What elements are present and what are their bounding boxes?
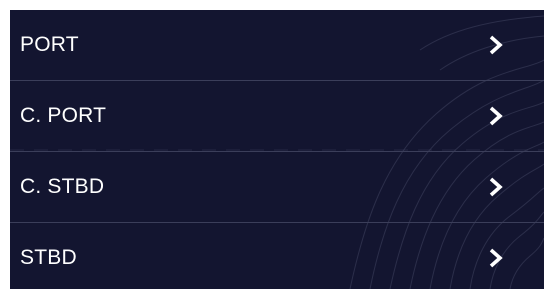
menu-item-stbd[interactable]: STBD bbox=[10, 223, 544, 289]
menu-item-label: PORT bbox=[20, 33, 79, 56]
menu-item-c-port[interactable]: C. PORT bbox=[10, 81, 544, 151]
chevron-right-icon bbox=[489, 35, 503, 55]
chevron-right-icon bbox=[489, 177, 503, 197]
menu-item-c-stbd[interactable]: C. STBD bbox=[10, 152, 544, 222]
menu-item-label: STBD bbox=[20, 245, 77, 269]
menu-item-label: C. STBD bbox=[20, 175, 105, 198]
chevron-right-icon bbox=[489, 106, 503, 126]
chevron-right-icon bbox=[489, 248, 503, 267]
menu-list: PORT C. PORT C. STBD STBD bbox=[10, 10, 544, 289]
menu-item-label: C. PORT bbox=[20, 104, 107, 127]
menu-panel: PORT C. PORT C. STBD STBD bbox=[10, 10, 544, 289]
menu-item-port[interactable]: PORT bbox=[10, 10, 544, 80]
